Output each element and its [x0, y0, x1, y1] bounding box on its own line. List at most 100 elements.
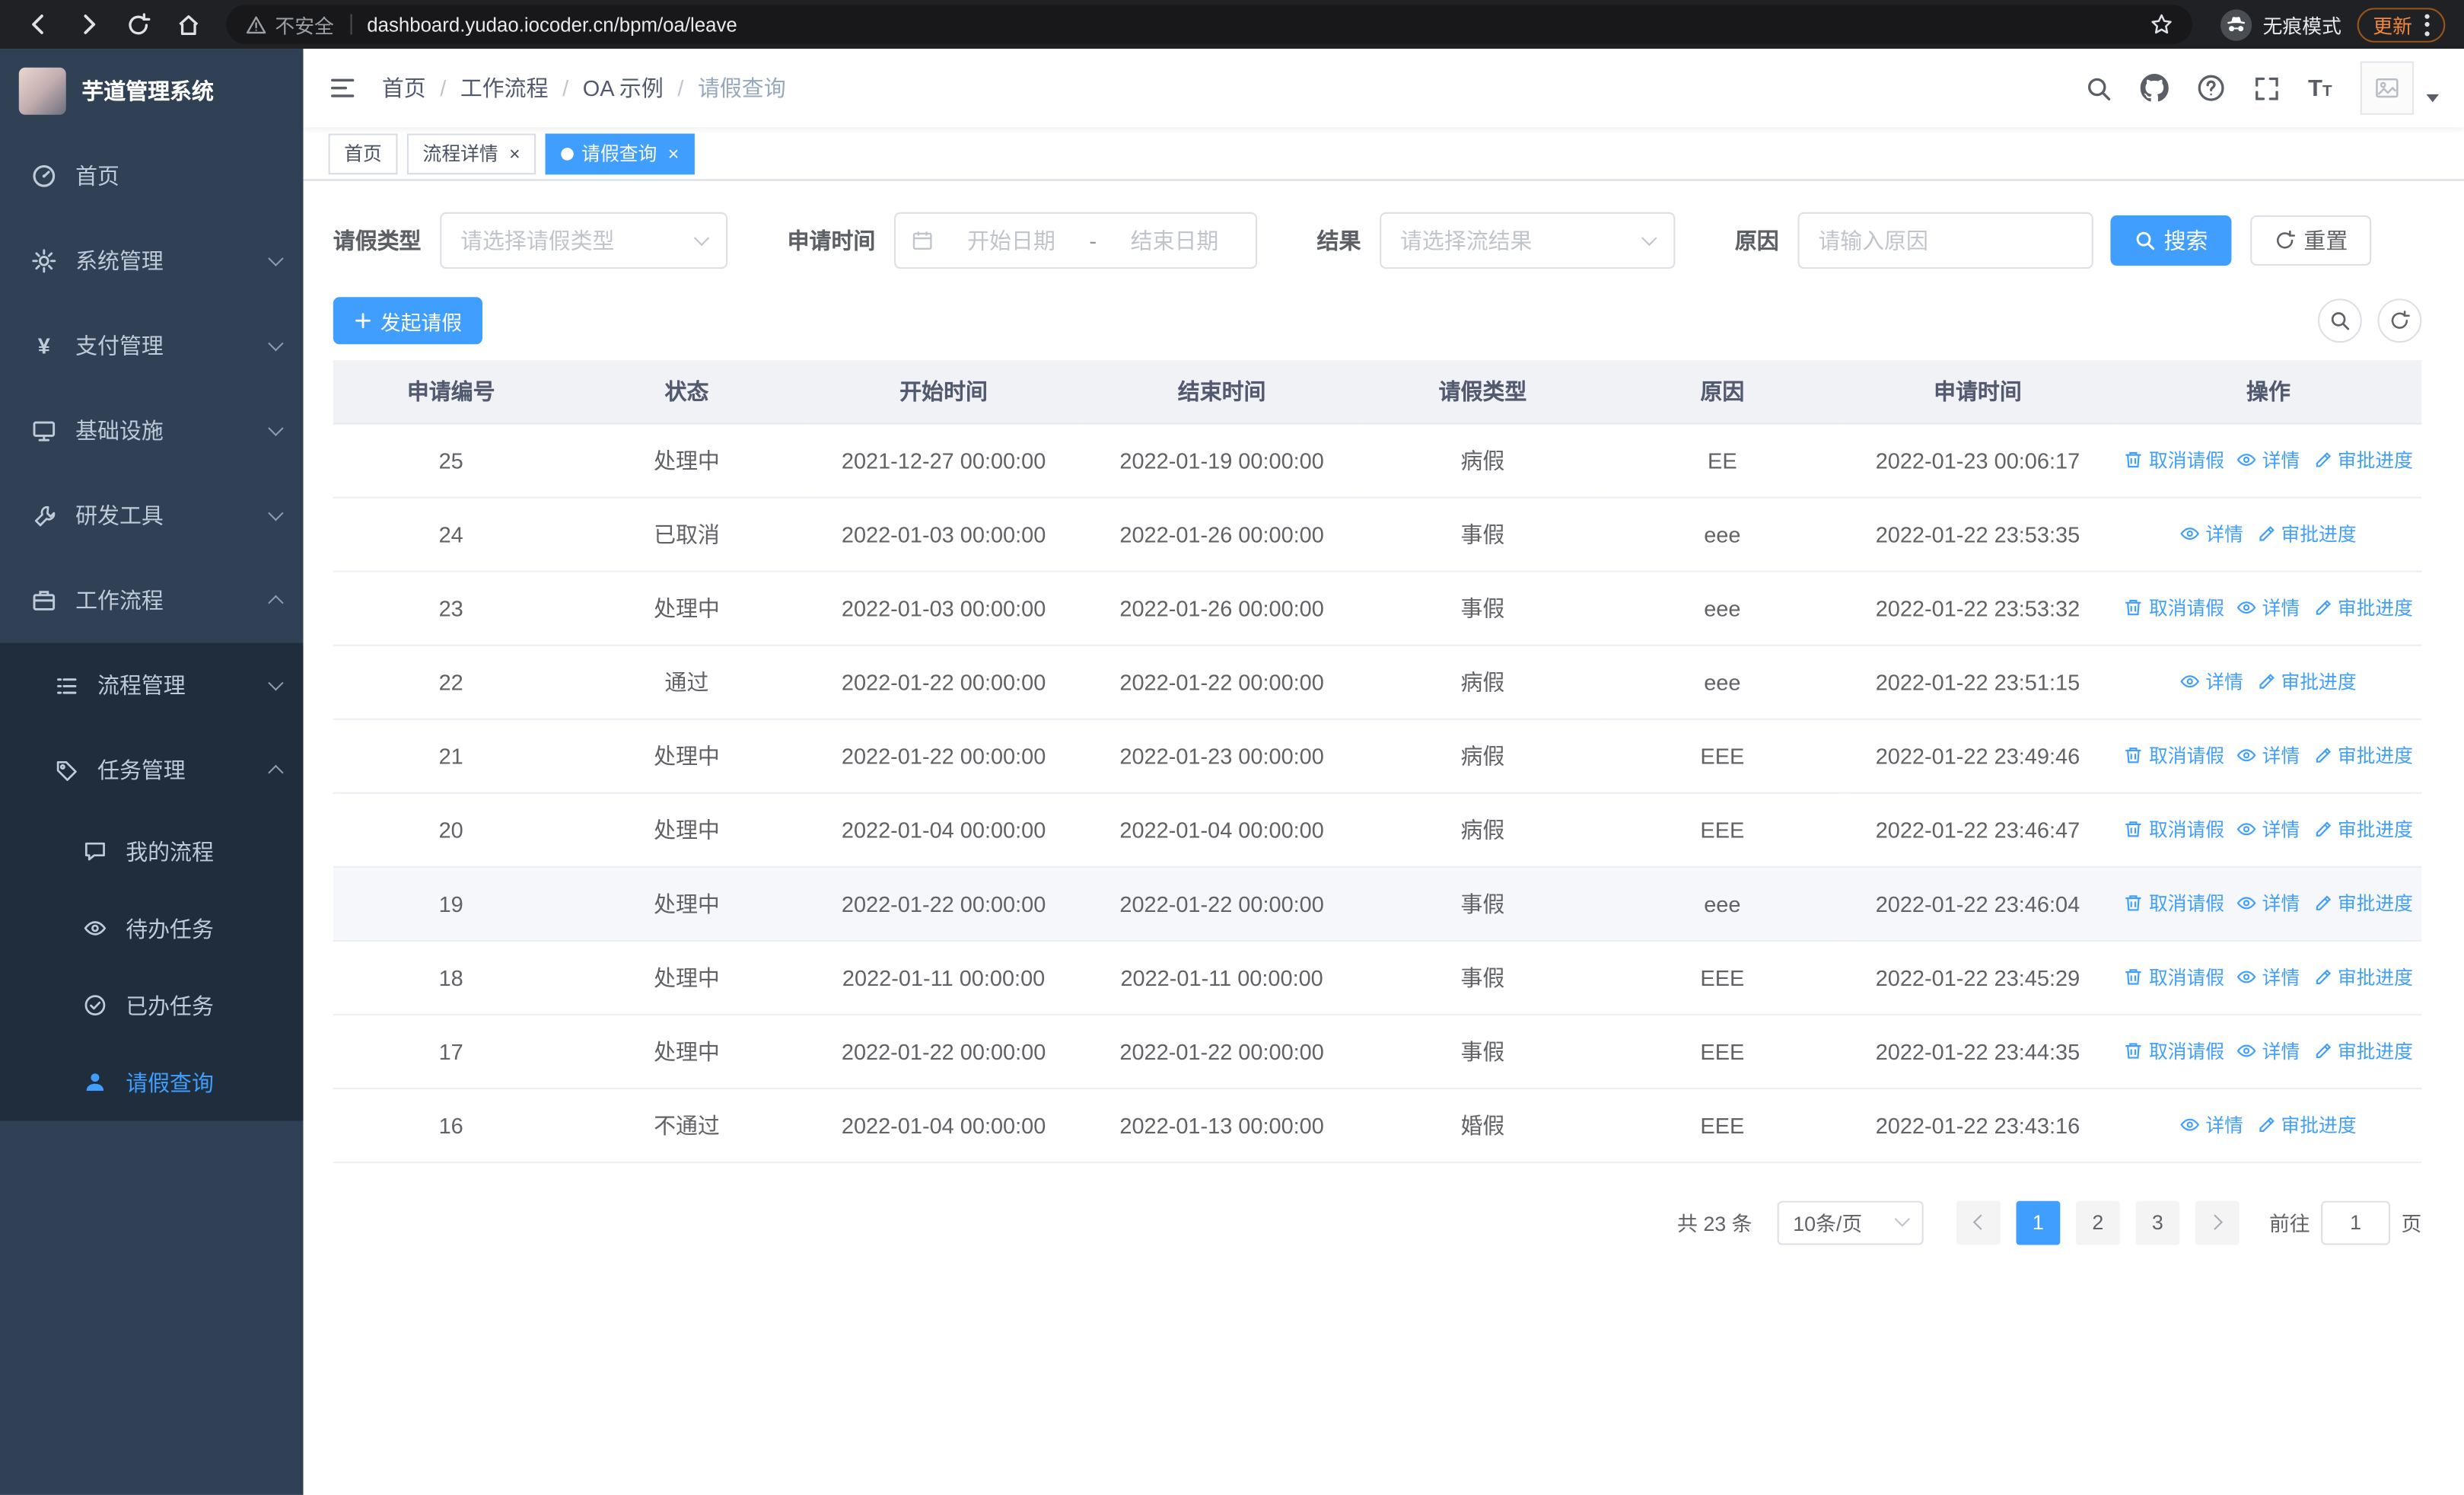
- sidebar-item-dev-tools[interactable]: 研发工具: [0, 473, 304, 559]
- app-shell: 芋道管理系统 首页 系统管理 ¥ 支付管理 基础设施 研发工具 工作流程 流程管…: [0, 49, 2464, 1495]
- sidebar-item-home[interactable]: 首页: [0, 134, 304, 219]
- page-button-1[interactable]: 1: [2016, 1200, 2061, 1245]
- cancel-leave-link[interactable]: 取消请假: [2124, 891, 2224, 917]
- cancel-leave-link[interactable]: 取消请假: [2124, 594, 2224, 621]
- next-page-button[interactable]: [2195, 1200, 2240, 1245]
- date-range-picker[interactable]: 开始日期 - 结束日期: [894, 212, 1258, 269]
- create-leave-label: 发起请假: [380, 310, 463, 334]
- toolbar-refresh-button[interactable]: [2377, 298, 2422, 343]
- address-bar[interactable]: 不安全 dashboard.yudao.iocoder.cn/bpm/oa/le…: [226, 5, 2192, 44]
- detail-link[interactable]: 详情: [2237, 447, 2300, 473]
- avatar-caret-icon[interactable]: [2426, 94, 2440, 103]
- github-button[interactable]: [2140, 74, 2169, 102]
- detail-link[interactable]: 详情: [2180, 668, 2243, 695]
- tab-home[interactable]: 首页: [328, 132, 398, 174]
- search-icon: [2331, 312, 2350, 330]
- font-size-button[interactable]: TT: [2308, 75, 2332, 101]
- cell-applied: 2022-01-22 23:53:35: [1840, 496, 2115, 572]
- sidebar-item-system-mgmt[interactable]: 系统管理: [0, 218, 304, 304]
- breadcrumb-item[interactable]: 工作流程: [460, 72, 549, 104]
- browser-forward-button[interactable]: [68, 4, 109, 45]
- detail-link[interactable]: 详情: [2237, 964, 2300, 991]
- breadcrumb-item[interactable]: 首页: [382, 72, 426, 104]
- column-header-applied: 申请时间: [1840, 359, 2115, 424]
- breadcrumb-item[interactable]: OA 示例: [583, 72, 664, 104]
- avatar[interactable]: [2360, 61, 2414, 115]
- cancel-leave-link[interactable]: 取消请假: [2124, 743, 2224, 770]
- prev-page-button[interactable]: [1956, 1200, 2001, 1245]
- app-logo[interactable]: 芋道管理系统: [0, 49, 304, 134]
- cell-actions: 详情 审批进度: [2115, 496, 2422, 572]
- detail-link[interactable]: 详情: [2237, 743, 2300, 770]
- sidebar-item-leave-query[interactable]: 请假查询: [0, 1044, 304, 1120]
- sidebar-item-workflow[interactable]: 工作流程: [0, 558, 304, 643]
- approval-progress-link[interactable]: 审批进度: [2313, 743, 2413, 770]
- security-chip[interactable]: 不安全: [245, 9, 334, 39]
- cell-status: 已取消: [568, 496, 805, 572]
- approval-progress-link[interactable]: 审批进度: [2313, 447, 2413, 473]
- reload-icon: [129, 12, 151, 34]
- detail-link[interactable]: 详情: [2180, 521, 2243, 547]
- help-button[interactable]: [2196, 74, 2224, 102]
- close-icon[interactable]: ×: [668, 142, 679, 164]
- sidebar-item-task-mgmt[interactable]: 任务管理: [0, 728, 304, 813]
- toolbar-search-toggle-button[interactable]: [2318, 298, 2362, 343]
- create-leave-button[interactable]: 发起请假: [333, 297, 483, 345]
- tab-process-detail[interactable]: 流程详情 ×: [406, 132, 536, 174]
- approval-progress-link[interactable]: 审批进度: [2313, 964, 2413, 991]
- goto-page-input[interactable]: [2321, 1200, 2390, 1245]
- close-icon[interactable]: ×: [509, 142, 520, 164]
- sidebar-item-todo-tasks[interactable]: 待办任务: [0, 890, 304, 967]
- approval-progress-link[interactable]: 审批进度: [2313, 817, 2413, 843]
- browser-menu-icon[interactable]: [2424, 13, 2430, 36]
- browser-back-button[interactable]: [18, 4, 59, 45]
- browser-home-button[interactable]: [168, 4, 209, 45]
- sidebar-item-done-tasks[interactable]: 已办任务: [0, 967, 304, 1044]
- reason-input[interactable]: [1797, 212, 2093, 269]
- fullscreen-button[interactable]: [2253, 75, 2280, 101]
- refresh-icon: [2277, 230, 2296, 249]
- cell-status: 处理中: [568, 570, 805, 645]
- approval-progress-link[interactable]: 审批进度: [2255, 521, 2357, 547]
- cancel-leave-link[interactable]: 取消请假: [2124, 817, 2224, 843]
- app-title: 芋道管理系统: [81, 78, 214, 104]
- page-size-select[interactable]: 10条/页: [1777, 1200, 1924, 1245]
- approval-progress-link[interactable]: 审批进度: [2255, 1112, 2357, 1139]
- page-button-2[interactable]: 2: [2075, 1200, 2120, 1245]
- sidebar-collapse-button[interactable]: [329, 74, 357, 102]
- sidebar-item-payment-mgmt[interactable]: ¥ 支付管理: [0, 304, 304, 389]
- edit-icon: [2313, 1041, 2333, 1062]
- tab-label: 请假查询: [581, 142, 657, 165]
- edit-icon: [2313, 746, 2333, 767]
- approval-progress-link[interactable]: 审批进度: [2313, 594, 2413, 621]
- detail-link[interactable]: 详情: [2237, 1038, 2300, 1065]
- header-search-button[interactable]: [2085, 75, 2112, 101]
- result-select[interactable]: 请选择流结果: [1380, 212, 1676, 269]
- detail-link[interactable]: 详情: [2180, 1112, 2243, 1139]
- detail-link[interactable]: 详情: [2237, 817, 2300, 843]
- cancel-leave-link[interactable]: 取消请假: [2124, 447, 2224, 473]
- leave-type-select[interactable]: 请选择请假类型: [440, 212, 728, 269]
- update-button[interactable]: 更新: [2357, 7, 2446, 42]
- sidebar-item-my-process[interactable]: 我的流程: [0, 813, 304, 890]
- search-button[interactable]: 搜索: [2110, 215, 2232, 266]
- page-button-3[interactable]: 3: [2135, 1200, 2180, 1245]
- cancel-leave-link[interactable]: 取消请假: [2124, 1038, 2224, 1065]
- bookmark-star-icon[interactable]: [2150, 13, 2173, 37]
- cell-end: 2022-01-22 00:00:00: [1082, 1013, 1361, 1089]
- tab-leave-query[interactable]: 请假查询 ×: [545, 132, 695, 174]
- reset-button[interactable]: 重置: [2250, 215, 2372, 266]
- sidebar-item-infrastructure[interactable]: 基础设施: [0, 388, 304, 473]
- sidebar-item-process-mgmt[interactable]: 流程管理: [0, 643, 304, 728]
- approval-progress-link[interactable]: 审批进度: [2313, 1038, 2413, 1065]
- approval-progress-link[interactable]: 审批进度: [2255, 668, 2357, 695]
- detail-link[interactable]: 详情: [2237, 594, 2300, 621]
- cancel-leave-link[interactable]: 取消请假: [2124, 964, 2224, 991]
- cell-end: 2022-01-11 00:00:00: [1082, 939, 1361, 1015]
- approval-progress-link[interactable]: 审批进度: [2313, 891, 2413, 917]
- detail-link[interactable]: 详情: [2237, 891, 2300, 917]
- trash-icon: [2124, 894, 2144, 914]
- browser-reload-button[interactable]: [118, 4, 159, 45]
- calendar-icon: [912, 230, 934, 252]
- table-row: 25 处理中 2021-12-27 00:00:00 2022-01-19 00:00…: [333, 422, 2422, 498]
